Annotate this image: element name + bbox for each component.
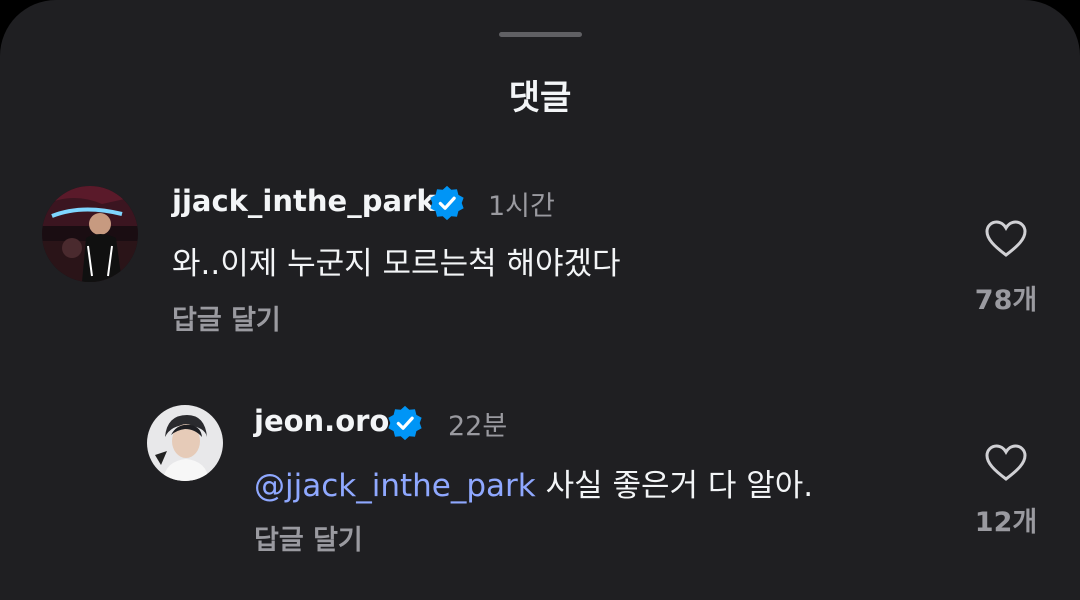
heart-icon[interactable]: [985, 220, 1027, 258]
comment-time: 1시간: [488, 191, 555, 222]
sheet-title: 댓글: [508, 78, 572, 118]
like-count: 78개: [974, 285, 1038, 316]
avatar[interactable]: [147, 405, 223, 481]
verified-badge-icon: [430, 185, 464, 221]
comment-text: @jjack_inthe_park 사실 좋은거 다 알아.: [254, 460, 813, 505]
avatar[interactable]: [42, 186, 138, 282]
comment-time: 22분: [448, 411, 508, 442]
drag-handle[interactable]: [499, 32, 582, 37]
heart-icon[interactable]: [985, 444, 1027, 482]
like-count: 12개: [974, 507, 1038, 538]
comment-username[interactable]: jeon.oro: [254, 404, 389, 438]
comment-text-body: 사실 좋은거 다 알아.: [535, 468, 814, 504]
comments-sheet: 댓글 jjack_inthe_park 1시간 와..이제 누군지 모르는척 해…: [0, 0, 1080, 600]
reply-button[interactable]: 답글 달기: [172, 298, 281, 337]
comment-text: 와..이제 누군지 모르는척 해야겠다: [172, 246, 621, 282]
verified-badge-icon: [388, 405, 422, 441]
reply-button[interactable]: 답글 달기: [254, 518, 363, 557]
mention-link[interactable]: @jjack_inthe_park: [254, 468, 536, 504]
comment-username[interactable]: jjack_inthe_park: [172, 184, 436, 218]
